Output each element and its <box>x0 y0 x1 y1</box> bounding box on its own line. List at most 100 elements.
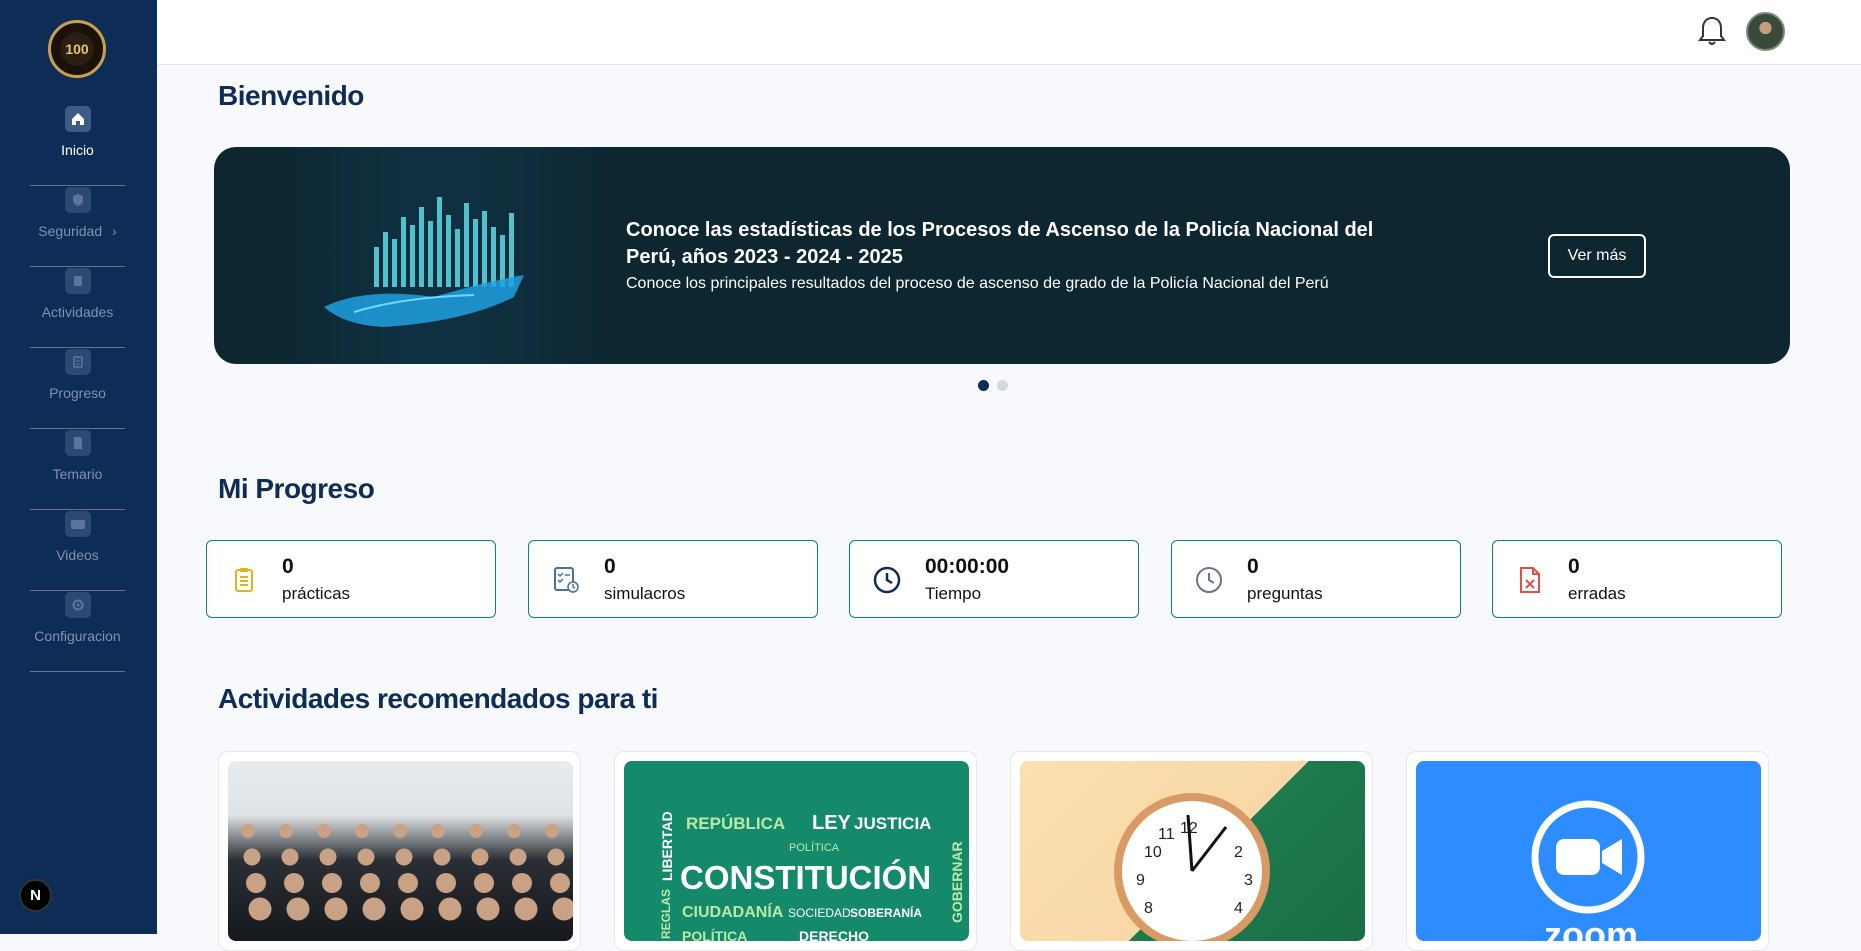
word: LIBERTAD <box>659 811 675 881</box>
student-head <box>552 897 573 921</box>
student-head <box>514 897 538 921</box>
word: POLÍTICA <box>682 928 747 941</box>
activities-icon <box>64 268 91 294</box>
word: JUSTICIA <box>854 814 931 833</box>
stat-value: 00:00:00 <box>925 555 1010 578</box>
sidebar-item-configuracion[interactable]: Configuracion <box>30 592 125 672</box>
student-head <box>324 897 348 921</box>
sidebar-item-actividades[interactable]: Actividades <box>30 268 125 348</box>
word: GOBERNAR <box>949 841 965 923</box>
bell-icon[interactable] <box>1695 13 1729 49</box>
word: SOBERANÍA <box>850 905 922 920</box>
student-head <box>474 873 494 893</box>
word: REPÚBLICA <box>686 814 785 833</box>
student-head <box>360 873 380 893</box>
carousel-dot[interactable] <box>997 380 1008 391</box>
avatar[interactable] <box>1746 12 1785 51</box>
chevron-right-icon: › <box>112 223 117 239</box>
illustration-bar <box>419 207 424 287</box>
clock-numeral: 11 <box>1158 826 1175 843</box>
activities-title: Actividades recomendados para ti <box>218 683 658 714</box>
stat-value: 0 <box>282 555 294 578</box>
student-head <box>355 824 369 838</box>
student-head <box>431 824 445 838</box>
stat-value: 0 <box>604 555 616 578</box>
word: CONSTITUCIÓN <box>680 859 931 896</box>
student-head <box>322 873 342 893</box>
activity-card[interactable]: REPÚBLICA LEY JUSTICIA POLÍTICA LIBERTAD… <box>614 751 977 951</box>
clock-numeral: 3 <box>1244 872 1253 889</box>
student-head <box>395 848 413 866</box>
ver-mas-button[interactable]: Ver más <box>1548 234 1646 278</box>
clock-numeral: 8 <box>1144 900 1153 917</box>
student-head <box>433 848 451 866</box>
sidebar-item-label: Videos <box>56 547 99 563</box>
sidebar: 100 Inicio Seguridad › Actividades Progr… <box>0 0 157 934</box>
activity-card[interactable]: 12 2 3 4 9 10 11 8 <box>1010 751 1373 951</box>
student-head <box>362 897 386 921</box>
checklist-icon <box>551 565 581 595</box>
shield-icon <box>64 187 91 213</box>
stat-label: Tiempo <box>925 584 982 603</box>
student-head <box>317 824 331 838</box>
dev-badge[interactable]: N <box>19 879 52 912</box>
logo-text: 100 <box>65 41 89 57</box>
student-head <box>241 824 255 838</box>
stat-card-tiempo: 00:00:00 Tiempo <box>849 540 1139 618</box>
illustration-bar <box>392 239 397 287</box>
student-head <box>509 848 527 866</box>
student-head <box>248 897 272 921</box>
word: POLÍTICA <box>789 841 840 854</box>
progress-title: Mi Progreso <box>218 473 375 504</box>
stat-value: 0 <box>1568 555 1580 578</box>
student-head <box>284 873 304 893</box>
page-title: Bienvenido <box>218 80 364 111</box>
progress-icon <box>64 349 91 375</box>
word: REGLAS <box>659 889 673 939</box>
sidebar-item-label-wrap: Seguridad › <box>38 223 116 239</box>
carousel-dot[interactable] <box>978 380 989 391</box>
wall-clock-photo: 12 2 3 4 9 10 11 8 <box>1020 761 1365 941</box>
illustration-bar <box>401 217 406 287</box>
home-icon <box>64 106 91 132</box>
illustration-bar <box>428 221 433 287</box>
illustration-bar <box>455 229 460 287</box>
activity-card[interactable] <box>218 751 581 951</box>
stat-label: preguntas <box>1247 584 1323 603</box>
illustration-bar <box>482 211 487 287</box>
illustration-bar <box>446 215 451 287</box>
illustration-bar <box>509 213 514 287</box>
sidebar-item-progreso[interactable]: Progreso <box>30 349 125 429</box>
student-head <box>246 873 266 893</box>
sidebar-item-label: Temario <box>52 466 103 482</box>
zoom-text: zoom <box>1544 914 1638 941</box>
stat-card-erradas: 0 erradas <box>1492 540 1782 618</box>
student-head <box>469 824 483 838</box>
clock-icon <box>872 565 902 595</box>
word: CIUDADANÍA <box>682 902 784 921</box>
student-head <box>436 873 456 893</box>
sidebar-item-seguridad[interactable]: Seguridad › <box>30 187 125 267</box>
student-head <box>393 824 407 838</box>
word: DERECHO <box>799 928 869 941</box>
sidebar-item-label: Configuracion <box>34 628 121 644</box>
word: SOCIEDAD <box>788 906 851 920</box>
sidebar-item-videos[interactable]: Videos <box>30 511 125 591</box>
word: LEY <box>812 812 852 834</box>
activity-card[interactable]: zoom <box>1406 751 1769 951</box>
student-head <box>281 848 299 866</box>
sidebar-item-inicio[interactable]: Inicio <box>30 106 125 186</box>
sidebar-item-label: Progreso <box>49 385 106 401</box>
hand-chart-illustration <box>264 147 618 364</box>
student-head <box>357 848 375 866</box>
document-icon <box>64 430 91 456</box>
app-logo[interactable]: 100 <box>48 20 106 78</box>
student-head <box>550 873 570 893</box>
gear-icon <box>64 592 91 618</box>
clipboard-icon <box>229 565 259 595</box>
student-head <box>398 873 418 893</box>
promo-banner: Conoce las estadísticas de los Procesos … <box>214 147 1790 364</box>
sidebar-item-temario[interactable]: Temario <box>30 430 125 510</box>
sidebar-item-label: Actividades <box>41 304 114 320</box>
illustration-bar <box>464 203 469 287</box>
